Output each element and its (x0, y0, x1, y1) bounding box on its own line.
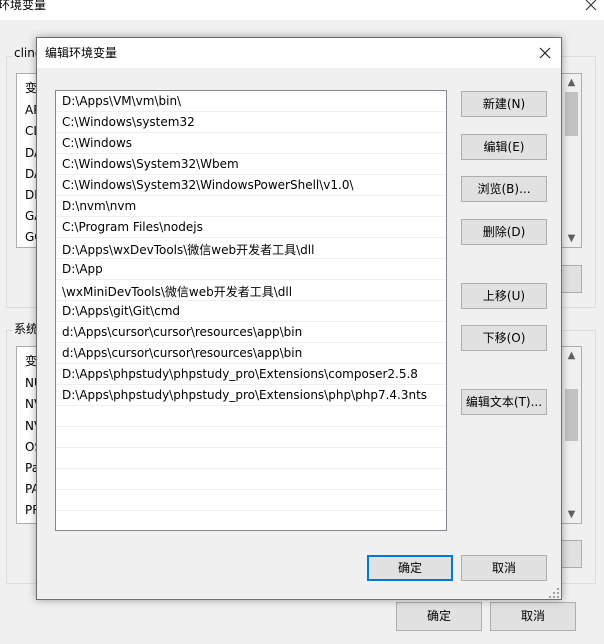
scroll-down-arrow-icon[interactable]: ▼ (562, 230, 581, 247)
list-item[interactable]: \wxMiniDevTools\微信web开发者工具\dll (56, 280, 446, 301)
scroll-down-arrow-icon[interactable]: ▼ (562, 506, 581, 523)
path-entry-text: d:\Apps\cursor\cursor\resources\app\bin (62, 346, 303, 360)
dialog-title: 编辑环境变量 (45, 46, 118, 60)
list-item[interactable]: C:\Windows\System32\WindowsPowerShell\v1… (56, 175, 446, 196)
list-item[interactable]: D:\nvm\nvm (56, 196, 446, 217)
user-variables-button-partial[interactable] (560, 265, 582, 293)
list-item[interactable]: C:\Windows (56, 133, 446, 154)
path-entry-text: d:\Apps\cursor\cursor\resources\app\bin (62, 325, 303, 339)
path-entry-text: D:\Apps\phpstudy\phpstudy_pro\Extensions… (62, 367, 418, 381)
list-item[interactable]: D:\Apps\wxDevTools\微信web开发者工具\dll (56, 238, 446, 259)
list-item-empty[interactable] (56, 490, 446, 511)
list-item[interactable]: C:\Windows\system32 (56, 112, 446, 133)
path-entry-text: C:\Windows (62, 136, 133, 150)
list-item[interactable]: D:\Apps\VM\vm\bin\ (56, 91, 446, 112)
list-item[interactable]: D:\Apps\git\Git\cmd (56, 301, 446, 322)
resize-grip-icon[interactable] (549, 588, 559, 598)
path-entry-text: C:\Windows\system32 (62, 115, 195, 129)
list-item[interactable]: d:\Apps\cursor\cursor\resources\app\bin (56, 322, 446, 343)
list-item-empty[interactable] (56, 406, 446, 427)
list-item[interactable]: C:\Windows\System32\Wbem (56, 154, 446, 175)
path-entry-text: C:\Windows\System32\Wbem (62, 157, 239, 171)
edit-button[interactable]: 编辑(E) (461, 134, 547, 160)
background-cancel-button[interactable]: 取消 (490, 602, 576, 631)
path-entry-text: C:\Windows\System32\WindowsPowerShell\v1… (62, 178, 354, 192)
scroll-thumb[interactable] (565, 92, 578, 136)
path-entry-text: D:\App (62, 262, 103, 276)
list-item[interactable]: D:\Apps\phpstudy\phpstudy_pro\Extensions… (56, 364, 446, 385)
background-window-title: 环境变量 (0, 0, 47, 12)
background-ok-button[interactable]: 确定 (396, 602, 482, 631)
scroll-up-arrow-icon[interactable]: ▲ (562, 74, 581, 91)
screen: 环境变量 cling 变 AP CL DA DA DI GA GC ▲ ▼ 系统… (0, 0, 604, 644)
ok-button[interactable]: 确定 (367, 555, 453, 581)
path-entry-text: D:\Apps\git\Git\cmd (62, 304, 181, 318)
list-item[interactable]: C:\Program Files\nodejs (56, 217, 446, 238)
list-item-empty[interactable] (56, 427, 446, 448)
list-item-empty[interactable] (56, 448, 446, 469)
system-variables-button-partial[interactable] (560, 540, 582, 568)
system-list-scrollbar[interactable]: ▲ ▼ (562, 347, 581, 523)
close-icon[interactable] (537, 45, 553, 61)
dialog-titlebar: 编辑环境变量 (37, 38, 561, 68)
edit-text-button[interactable]: 编辑文本(T)... (461, 389, 547, 415)
path-entry-text: \wxMiniDevTools\微信web开发者工具\dll (62, 285, 293, 299)
background-window-titlebar: 环境变量 (0, 0, 604, 20)
edit-environment-variable-dialog: 编辑环境变量 D:\Apps\VM\vm\bin\ C:\Windows\sys… (36, 37, 562, 600)
user-list-scrollbar[interactable]: ▲ ▼ (562, 74, 581, 247)
scroll-thumb[interactable] (565, 389, 578, 441)
path-entry-text: D:\Apps\wxDevTools\微信web开发者工具\dll (62, 243, 315, 257)
new-button[interactable]: 新建(N) (461, 91, 547, 117)
path-entry-text: C:\Program Files\nodejs (62, 220, 203, 234)
path-entries-list[interactable]: D:\Apps\VM\vm\bin\ C:\Windows\system32 C… (55, 90, 447, 531)
list-item[interactable]: D:\App (56, 259, 446, 280)
path-entry-text: D:\nvm\nvm (62, 199, 137, 213)
close-icon[interactable] (584, 0, 598, 12)
move-up-button[interactable]: 上移(U) (461, 283, 547, 309)
scroll-up-arrow-icon[interactable]: ▲ (562, 347, 581, 364)
path-entry-text: D:\Apps\phpstudy\phpstudy_pro\Extensions… (62, 388, 428, 402)
cancel-button[interactable]: 取消 (461, 555, 547, 581)
path-entry-text: D:\Apps\VM\vm\bin\ (62, 94, 182, 108)
browse-button[interactable]: 浏览(B)... (461, 176, 547, 202)
move-down-button[interactable]: 下移(O) (461, 325, 547, 351)
list-item[interactable]: D:\Apps\phpstudy\phpstudy_pro\Extensions… (56, 385, 446, 406)
list-item[interactable]: d:\Apps\cursor\cursor\resources\app\bin (56, 343, 446, 364)
delete-button[interactable]: 删除(D) (461, 219, 547, 245)
list-item-empty[interactable] (56, 469, 446, 490)
